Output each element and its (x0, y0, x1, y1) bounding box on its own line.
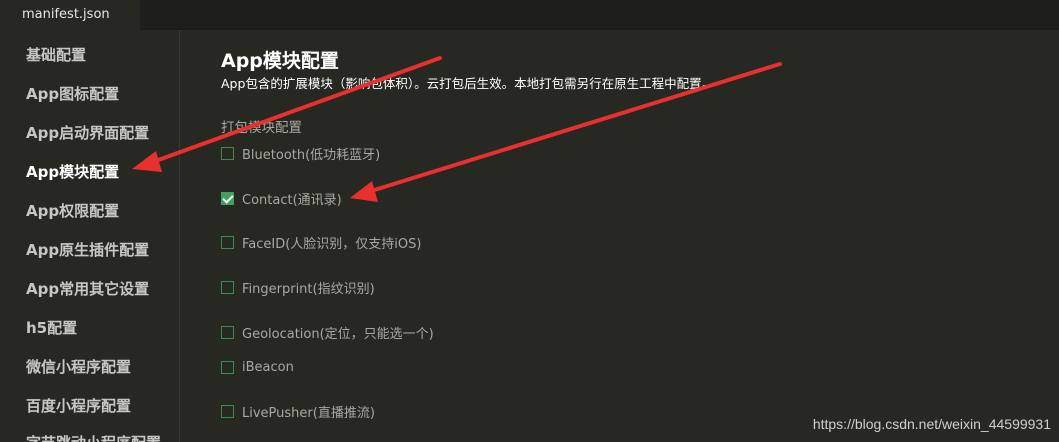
sidebar-item-app-icon[interactable]: App图标配置 (26, 83, 119, 104)
sidebar-item-app-modules[interactable]: App模块配置 (26, 161, 119, 182)
sidebar-item-h5[interactable]: h5配置 (26, 317, 77, 338)
tab-bar: manifest.json (0, 0, 1059, 30)
option-contact[interactable]: Contact(通讯录) (221, 189, 342, 208)
option-label: iBeacon (242, 359, 294, 375)
option-fingerprint[interactable]: Fingerprint(指纹识别) (221, 278, 375, 297)
option-bluetooth[interactable]: Bluetooth(低功耗蓝牙) (221, 144, 381, 163)
sidebar-item-baidu-miniprogram[interactable]: 百度小程序配置 (26, 395, 131, 416)
option-label: Bluetooth(低功耗蓝牙) (242, 147, 381, 163)
checkbox[interactable] (221, 235, 234, 249)
option-faceid[interactable]: FaceID(人脸识别，仅支持iOS) (221, 233, 422, 252)
option-ibeacon[interactable]: iBeacon (221, 358, 294, 376)
tab-manifest-json[interactable]: manifest.json (0, 0, 140, 30)
checkbox[interactable] (221, 191, 234, 205)
main-panel: App模块配置 App包含的扩展模块（影响包体积）。云打包后生效。本地打包需另行… (181, 30, 1059, 442)
checkbox[interactable] (221, 360, 234, 374)
sidebar-item-app-permissions[interactable]: App权限配置 (26, 200, 119, 221)
option-label: Fingerprint(指纹识别) (242, 281, 375, 297)
checkbox[interactable] (221, 404, 234, 418)
option-label: FaceID(人脸识别，仅支持iOS) (242, 236, 422, 252)
sidebar-item-app-other-settings[interactable]: App常用其它设置 (26, 278, 149, 299)
option-label: Geolocation(定位，只能选一个) (242, 326, 434, 342)
editor-window: manifest.json 基础配置 App图标配置 App启动界面配置 App… (0, 0, 1059, 442)
watermark: https://blog.csdn.net/weixin_44599931 (812, 416, 1051, 432)
sidebar-item-app-native-plugins[interactable]: App原生插件配置 (26, 239, 149, 260)
option-label: LivePusher(直播推流) (242, 405, 375, 421)
option-geolocation[interactable]: Geolocation(定位，只能选一个) (221, 323, 434, 342)
checkbox[interactable] (221, 280, 234, 294)
sidebar-item-weixin-miniprogram[interactable]: 微信小程序配置 (26, 356, 131, 377)
option-label: Contact(通讯录) (242, 192, 342, 208)
page-title: App模块配置 (221, 50, 339, 72)
checkbox[interactable] (221, 325, 234, 339)
page-description: App包含的扩展模块（影响包体积）。云打包后生效。本地打包需另行在原生工程中配置… (221, 76, 715, 91)
option-livepusher[interactable]: LivePusher(直播推流) (221, 402, 375, 421)
sidebar-item-app-splash[interactable]: App启动界面配置 (26, 122, 149, 143)
sidebar-item-toutiao-miniprogram[interactable]: 字节跳动小程序配置 (26, 432, 161, 442)
sidebar: 基础配置 App图标配置 App启动界面配置 App模块配置 App权限配置 A… (0, 30, 180, 442)
sidebar-item-basic[interactable]: 基础配置 (26, 44, 86, 65)
checkbox[interactable] (221, 146, 234, 160)
section-label: 打包模块配置 (221, 120, 302, 136)
